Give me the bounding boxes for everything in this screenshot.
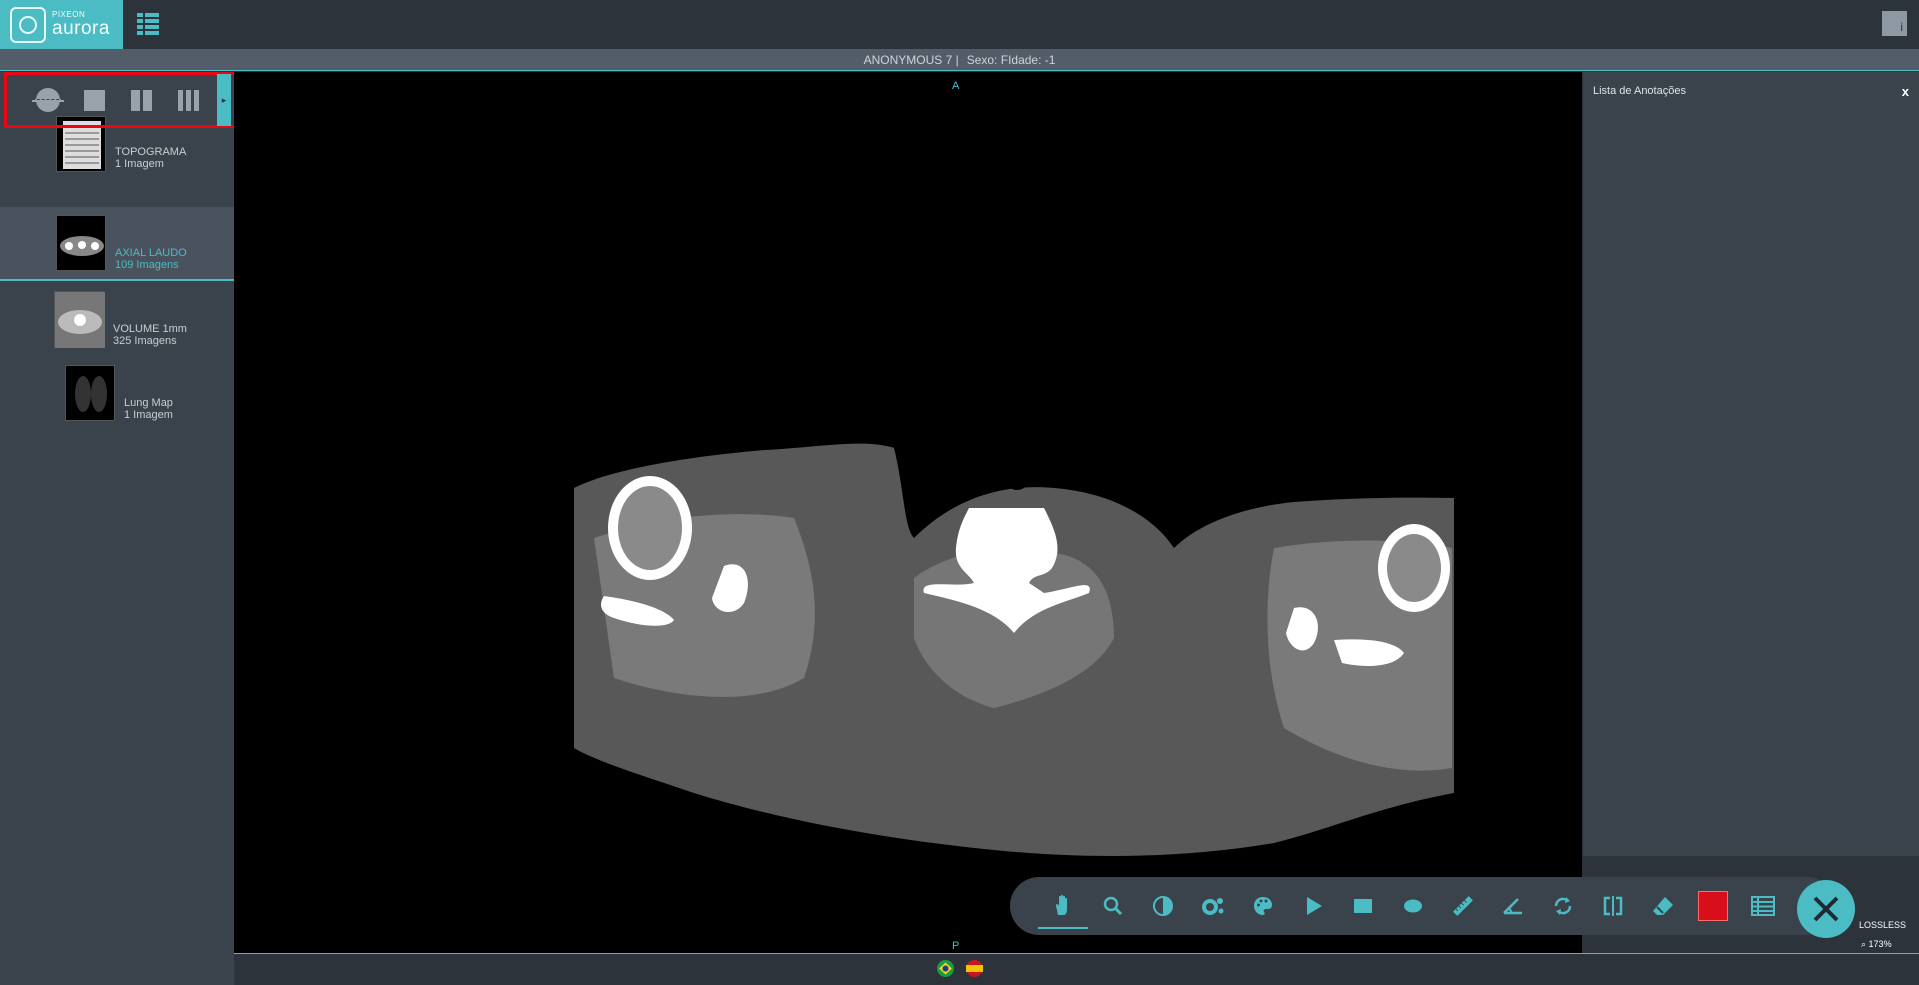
layout-reset-button[interactable] <box>27 80 68 120</box>
bottom-bar <box>234 953 1919 985</box>
contrast-icon <box>1153 896 1173 916</box>
window-level-tool-button[interactable] <box>1188 883 1238 929</box>
logo-big-text: aurora <box>52 18 110 39</box>
cine-play-button[interactable] <box>1288 883 1338 929</box>
series-thumbnail <box>65 365 115 421</box>
annotation-list-button[interactable] <box>1738 883 1788 929</box>
flip-icon <box>1603 896 1623 916</box>
logo-mark <box>10 6 46 43</box>
hand-icon <box>1055 894 1067 915</box>
expand-layouts-tab[interactable]: ▸ <box>217 74 231 126</box>
tools-toolbar <box>1010 877 1836 935</box>
series-thumbnail <box>56 215 106 271</box>
three-columns-icon <box>178 89 199 111</box>
flag-spain-icon[interactable] <box>966 960 983 977</box>
series-name: TOPOGRAMA <box>115 146 187 158</box>
annotations-close-button[interactable]: x <box>1902 84 1909 99</box>
two-columns-icon <box>131 89 152 111</box>
rectangle-icon <box>1354 899 1372 913</box>
orientation-bottom: P <box>952 940 960 952</box>
zoom-level: ⌕ 173% <box>1861 939 1892 949</box>
series-item-lung-map[interactable]: Lung Map 1 Imagem <box>0 359 234 433</box>
series-count: 1 Imagem <box>115 158 164 170</box>
annotations-panel: Lista de Anotações x <box>1583 72 1919 856</box>
rotate-button[interactable] <box>1538 883 1588 929</box>
zoom-tool-button[interactable] <box>1088 883 1138 929</box>
patient-name: ANONYMOUS 7 | <box>863 52 959 67</box>
series-name: AXIAL LAUDO <box>115 247 187 259</box>
series-item-volume[interactable]: VOLUME 1mm 325 Imagens <box>0 283 234 357</box>
angle-measure-button[interactable] <box>1488 883 1538 929</box>
series-item-axial-laudo[interactable]: AXIAL LAUDO 109 Imagens <box>0 207 234 281</box>
contrast-tool-button[interactable] <box>1138 883 1188 929</box>
series-name: VOLUME 1mm <box>113 323 187 335</box>
ruler-icon <box>1453 896 1473 916</box>
series-count: 1 Imagem <box>124 409 173 421</box>
info-button[interactable]: i <box>1882 11 1907 36</box>
study-list-icon[interactable] <box>137 13 159 35</box>
series-panel: TOPOGRAMA 1 Imagem AXIAL LAUDO 109 Image… <box>0 72 234 985</box>
eraser-button[interactable] <box>1638 883 1688 929</box>
layout-1x1-button[interactable] <box>74 80 115 120</box>
top-bar: PIXEON aurora i <box>0 0 1919 49</box>
close-viewer-button[interactable] <box>1797 880 1855 938</box>
annotation-color-button[interactable] <box>1688 883 1738 929</box>
ellipse-roi-button[interactable] <box>1388 883 1438 929</box>
series-thumbnail <box>54 291 105 348</box>
flip-button[interactable] <box>1588 883 1638 929</box>
palette-icon <box>1254 897 1272 915</box>
list-icon <box>1751 896 1775 916</box>
caret-right-icon: ▸ <box>221 94 227 105</box>
info-icon: i <box>1900 20 1903 34</box>
series-count: 325 Imagens <box>113 335 177 347</box>
pan-tool-button[interactable] <box>1038 883 1088 929</box>
patient-sex: Sexo: F <box>966 52 1009 67</box>
app-logo: PIXEON aurora <box>0 0 123 49</box>
close-icon <box>1813 896 1839 922</box>
orientation-top: A <box>952 80 960 92</box>
color-map-tool-button[interactable] <box>1238 883 1288 929</box>
patient-info-bar: ANONYMOUS 7 | Sexo: F Idade: -1 <box>0 49 1919 71</box>
annotations-title: Lista de Anotações <box>1593 85 1686 97</box>
single-pane-icon <box>84 89 105 111</box>
series-count: 109 Imagens <box>115 259 179 271</box>
disc-icon <box>31 88 64 112</box>
rectangle-roi-button[interactable] <box>1338 883 1388 929</box>
rotate-icon <box>1554 897 1572 915</box>
ellipse-icon <box>1404 899 1422 913</box>
color-picker <box>1698 891 1728 921</box>
length-measure-button[interactable] <box>1438 883 1488 929</box>
patient-age: Idade: -1 <box>1008 52 1056 67</box>
angle-icon <box>1503 898 1522 915</box>
compression-label: LOSSLESS <box>1859 920 1907 930</box>
zoom-value: 173% <box>1868 939 1892 949</box>
ct-axial-image <box>574 438 1454 856</box>
magnifier-icon <box>1103 896 1123 916</box>
window-level-icon <box>1202 898 1224 915</box>
flag-brazil-icon[interactable] <box>937 960 954 977</box>
layout-2-cols-button[interactable] <box>121 80 162 120</box>
layout-3-cols-button[interactable] <box>168 80 209 120</box>
play-icon <box>1307 897 1322 915</box>
eraser-icon <box>1653 897 1673 915</box>
series-name: Lung Map <box>124 397 173 409</box>
